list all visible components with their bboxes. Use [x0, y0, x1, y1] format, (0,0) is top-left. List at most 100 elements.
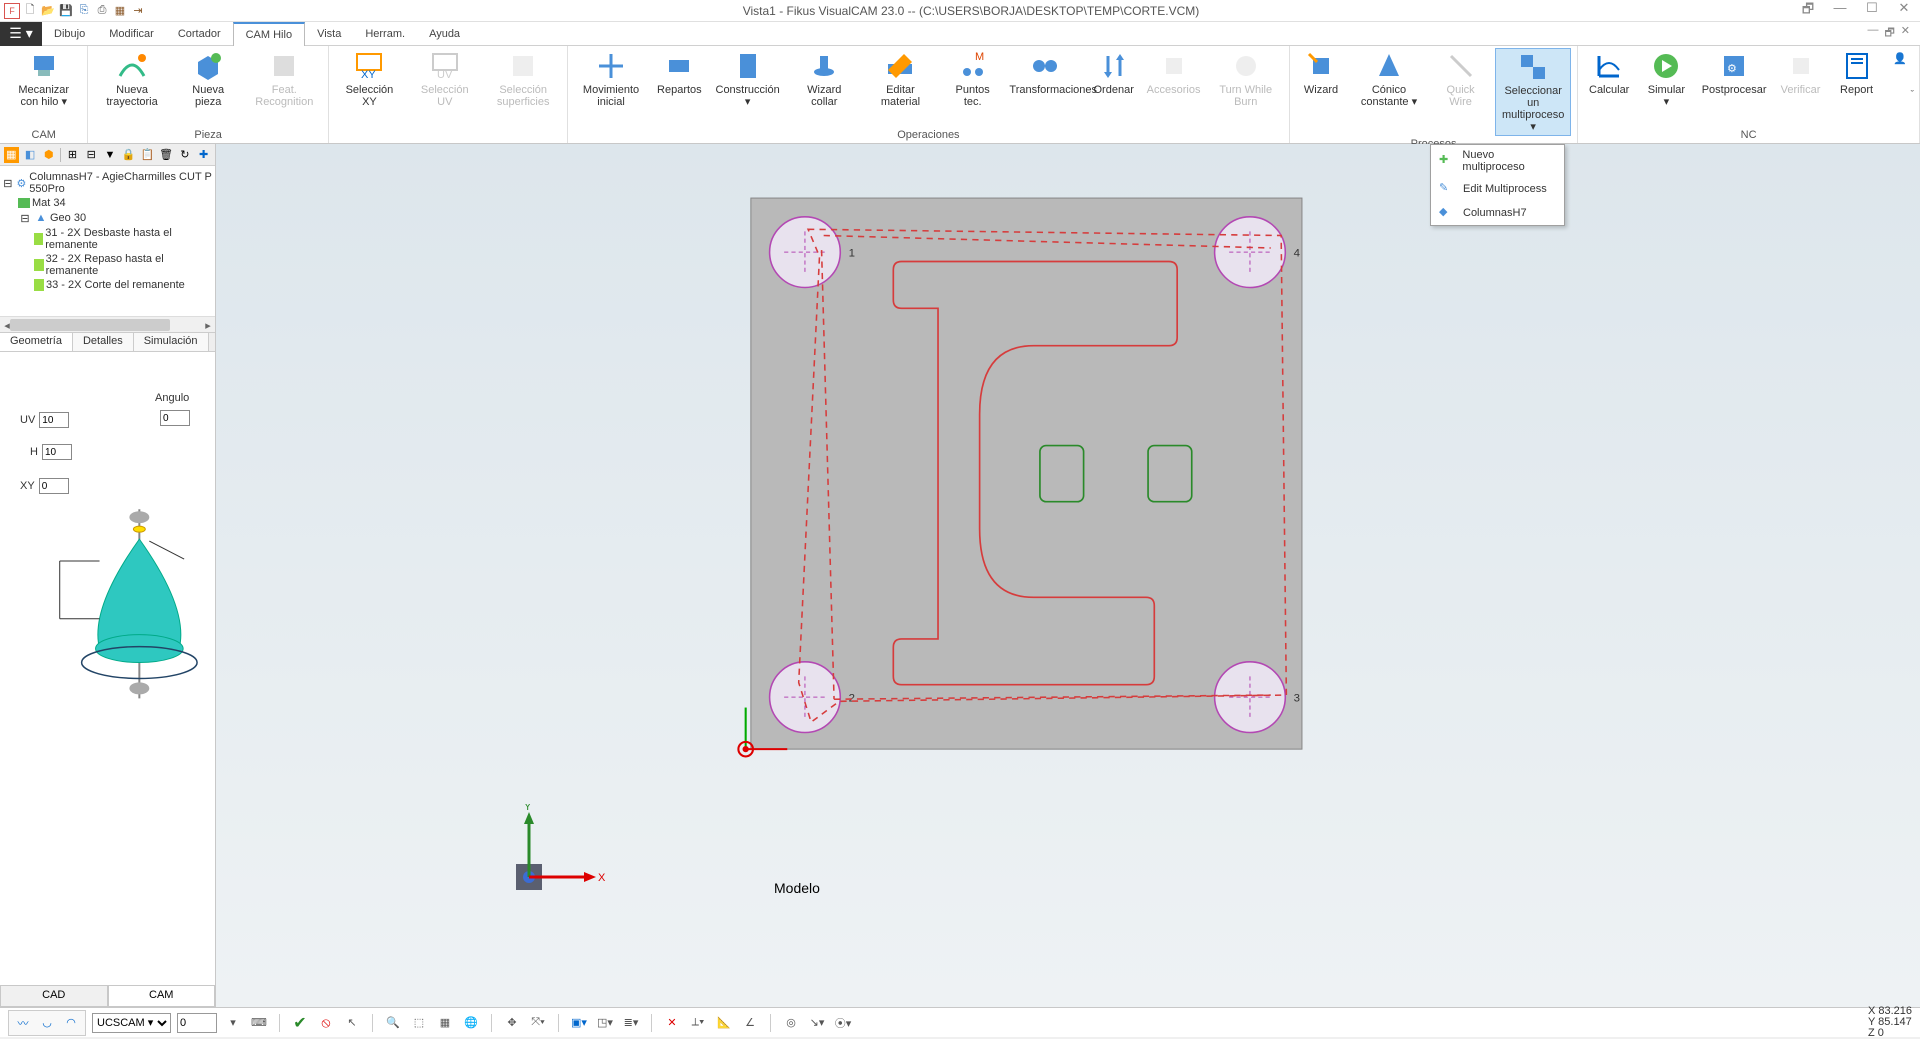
- repartos-button[interactable]: Repartos: [654, 48, 704, 98]
- tab-dibujo[interactable]: Dibujo: [42, 22, 97, 46]
- tab-detalles[interactable]: Detalles: [73, 333, 134, 351]
- check-icon[interactable]: ✔: [290, 1013, 310, 1033]
- tab-simulacion[interactable]: Simulación: [134, 333, 209, 351]
- trash-icon[interactable]: 🗑: [159, 147, 174, 163]
- tab-ayuda[interactable]: Ayuda: [417, 22, 472, 46]
- menu-item-columnash7[interactable]: ◆ColumnasH7: [1431, 201, 1564, 225]
- dropdown-icon[interactable]: ▾: [223, 1013, 243, 1033]
- direction-icon[interactable]: ↘▾: [807, 1013, 827, 1033]
- print-icon[interactable]: ⎙: [94, 3, 110, 19]
- postprocesar-button[interactable]: ⚙Postprocesar: [1699, 48, 1770, 98]
- mdi-minimize-icon[interactable]: —: [1867, 24, 1878, 43]
- maximize-icon[interactable]: ☐: [1860, 0, 1884, 22]
- tree-root[interactable]: ⊟⚙ColumnasH7 - AgieCharmilles CUT P 550P…: [2, 170, 213, 196]
- minus-icon[interactable]: ⊟: [18, 211, 32, 225]
- view-hex-icon[interactable]: ⬢: [41, 147, 56, 163]
- wizard-collar-button[interactable]: Wizard collar: [791, 48, 858, 110]
- tab-modificar[interactable]: Modificar: [97, 22, 166, 46]
- tree-expand-icon[interactable]: ⊞: [65, 147, 80, 163]
- mecanizar-con-hilo-button[interactable]: Mecanizar con hilo ▾: [6, 48, 81, 110]
- nueva-pieza-button[interactable]: Nueva pieza: [176, 48, 241, 110]
- restore-icon[interactable]: 🗗: [1796, 0, 1820, 22]
- refresh-icon[interactable]: ↻: [178, 147, 193, 163]
- xy-input[interactable]: [39, 478, 69, 494]
- tree-mat[interactable]: Mat 34: [2, 196, 213, 210]
- dimension-icon[interactable]: ⟂▾: [688, 1013, 708, 1033]
- viewport[interactable]: 1 4 2 3: [216, 144, 1920, 1007]
- menu-item-edit-multiprocess[interactable]: ✎Edit Multiprocess: [1431, 177, 1564, 201]
- save-icon[interactable]: 💾: [58, 3, 74, 19]
- misc-icon[interactable]: ⦿▾: [833, 1013, 853, 1033]
- seleccionar-multiproceso-button[interactable]: Seleccionar un multiproceso ▾: [1495, 48, 1571, 136]
- cursor-icon[interactable]: ↖: [342, 1013, 362, 1033]
- tree-op-31[interactable]: 31 - 2X Desbaste hasta el remanente: [2, 226, 213, 252]
- tree-geo[interactable]: ⊟▲Geo 30: [2, 210, 213, 226]
- new-icon[interactable]: 🗋: [22, 3, 38, 19]
- zoom-in-icon[interactable]: 🔍: [383, 1013, 403, 1033]
- h-input[interactable]: [42, 444, 72, 460]
- user-small-button[interactable]: 👤: [1888, 48, 1913, 72]
- move-icon[interactable]: ✥: [502, 1013, 522, 1033]
- tab-herram[interactable]: Herram.: [353, 22, 417, 46]
- tab-cam[interactable]: CAM: [108, 985, 216, 1007]
- ordenar-button[interactable]: Ordenar: [1089, 48, 1139, 98]
- axis-icon[interactable]: ⤧▾: [528, 1013, 548, 1033]
- close-icon[interactable]: ✕: [1892, 0, 1916, 22]
- ucs-select[interactable]: UCSCAM ▾: [92, 1013, 171, 1033]
- calcular-button[interactable]: Calcular: [1584, 48, 1634, 98]
- cube-icon[interactable]: ◳▾: [595, 1013, 615, 1033]
- simular-button[interactable]: Simular ▾: [1640, 48, 1693, 110]
- angle-icon[interactable]: ∠: [740, 1013, 760, 1033]
- add-icon[interactable]: ✚: [196, 147, 211, 163]
- wizard-button[interactable]: Wizard: [1296, 48, 1346, 98]
- view-box-icon[interactable]: ▦: [4, 147, 19, 163]
- viewmode-1-icon[interactable]: 〰: [13, 1013, 33, 1033]
- movimiento-inicial-button[interactable]: Movimiento inicial: [574, 48, 649, 110]
- report-button[interactable]: Report: [1832, 48, 1882, 98]
- mdi-close-icon[interactable]: ✕: [1901, 24, 1910, 43]
- filter-icon[interactable]: ▼: [103, 147, 118, 163]
- minus-icon[interactable]: ⊟: [2, 176, 14, 190]
- seleccion-xy-button[interactable]: XYSelección XY: [335, 48, 404, 110]
- tree-op-32[interactable]: 32 - 2X Repaso hasta el remanente: [2, 252, 213, 278]
- tab-cad[interactable]: CAD: [0, 985, 108, 1007]
- measure-icon[interactable]: 📐: [714, 1013, 734, 1033]
- minimize-icon[interactable]: —: [1828, 0, 1852, 22]
- transformaciones-button[interactable]: Transformaciones: [1008, 48, 1083, 98]
- exit-icon[interactable]: ⇥: [130, 3, 146, 19]
- layout-icon[interactable]: ▦: [112, 3, 128, 19]
- zoom-fit-icon[interactable]: ▦: [435, 1013, 455, 1033]
- zoom-window-icon[interactable]: ⬚: [409, 1013, 429, 1033]
- file-menu-button[interactable]: ☰ ▾: [0, 22, 42, 46]
- construccion-button[interactable]: Construcción ▾: [710, 48, 785, 110]
- globe-icon[interactable]: 🌐: [461, 1013, 481, 1033]
- open-icon[interactable]: 📂: [40, 3, 56, 19]
- tab-geometria[interactable]: Geometría: [0, 333, 73, 351]
- scroll-right-icon[interactable]: ▸: [201, 317, 215, 333]
- conico-constante-button[interactable]: Cónico constante ▾: [1352, 48, 1426, 110]
- tree-op-33[interactable]: 33 - 2X Corte del remanente: [2, 278, 213, 292]
- stop-icon[interactable]: ⦸: [316, 1013, 336, 1033]
- tree-collapse-icon[interactable]: ⊟: [84, 147, 99, 163]
- tab-cam-hilo[interactable]: CAM Hilo: [233, 22, 305, 46]
- uv-input[interactable]: [39, 412, 69, 428]
- layers-icon[interactable]: ≣▾: [621, 1013, 641, 1033]
- tree-hscrollbar[interactable]: ◂ ▸: [0, 316, 215, 332]
- viewmode-2-icon[interactable]: ◡: [37, 1013, 57, 1033]
- view-cylinder-icon[interactable]: ◧: [23, 147, 38, 163]
- editar-material-button[interactable]: Editar material: [864, 48, 938, 110]
- cancel-icon[interactable]: ✕: [662, 1013, 682, 1033]
- target-icon[interactable]: ◎: [781, 1013, 801, 1033]
- menu-item-nuevo-multiproceso[interactable]: ✚Nuevo multiproceso: [1431, 145, 1564, 177]
- ucs-num-input[interactable]: [177, 1013, 217, 1033]
- mdi-restore-icon[interactable]: 🗗: [1884, 24, 1894, 43]
- save-all-icon[interactable]: ⎘: [76, 3, 92, 19]
- keyboard-icon[interactable]: ⌨: [249, 1013, 269, 1033]
- axis-gizmo[interactable]: Y X: [496, 804, 606, 917]
- scroll-thumb[interactable]: [10, 319, 170, 331]
- tab-vista[interactable]: Vista: [305, 22, 353, 46]
- tab-cortador[interactable]: Cortador: [166, 22, 233, 46]
- lock-icon[interactable]: 🔒: [121, 147, 136, 163]
- angulo-input[interactable]: [160, 410, 190, 426]
- clipboard-icon[interactable]: 📋: [140, 147, 155, 163]
